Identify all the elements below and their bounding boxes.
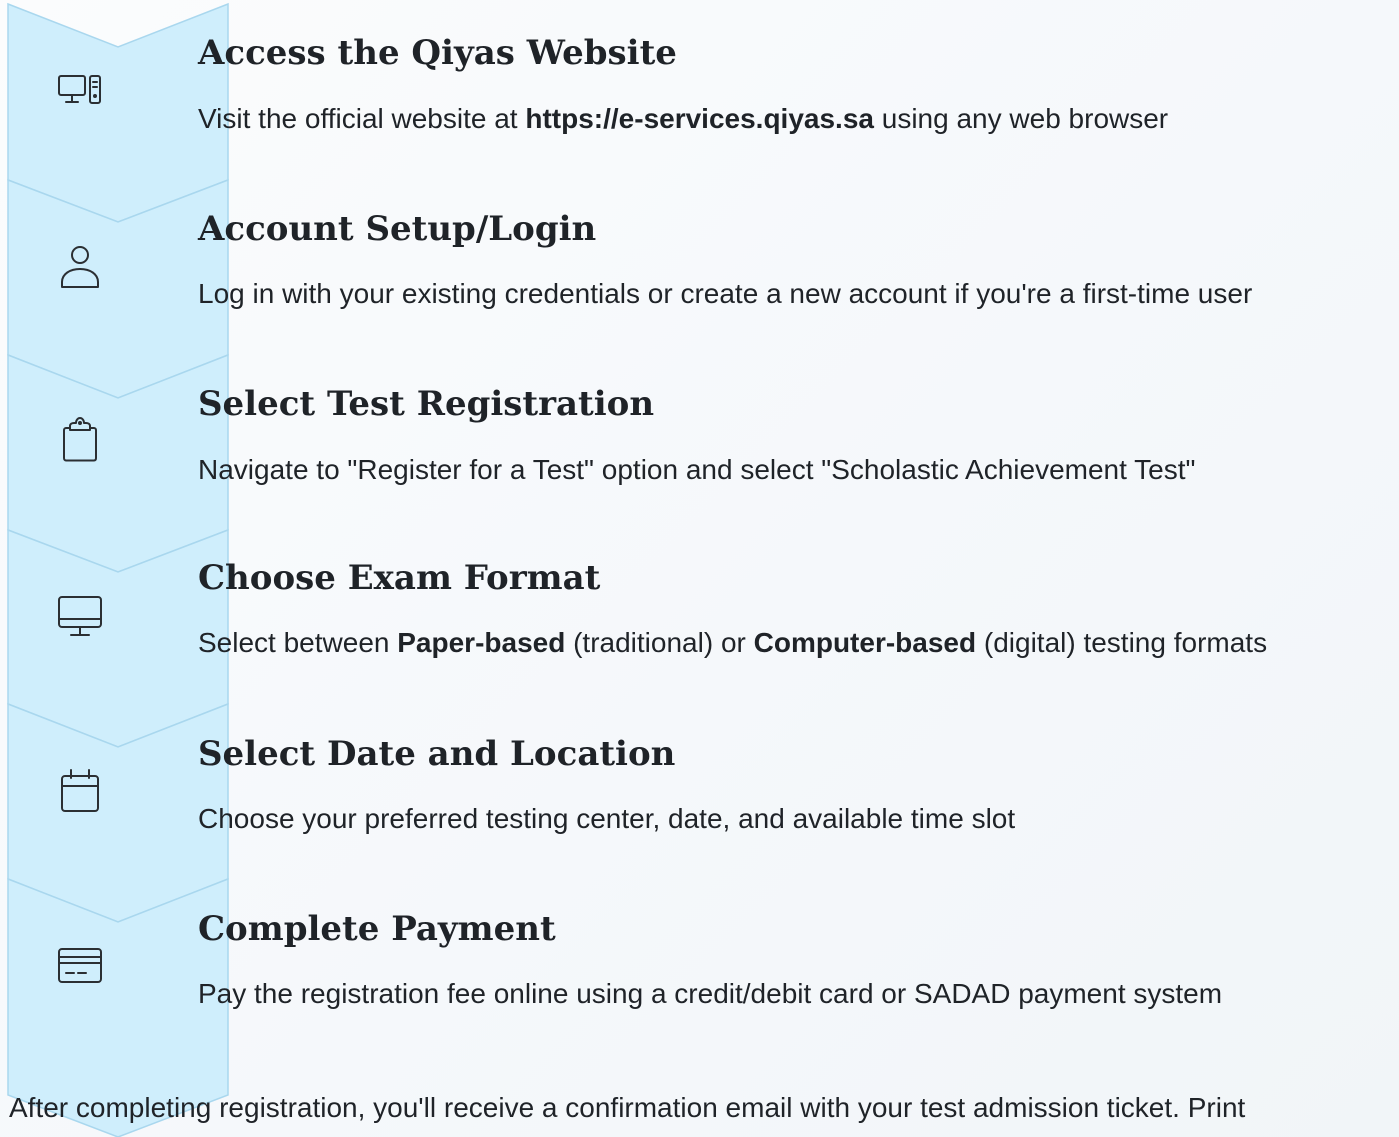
step-description: Log in with your existing credentials or… bbox=[198, 278, 1253, 309]
step-title: Select Test Registration bbox=[198, 384, 655, 424]
step-description: Visit the official website at https://e-… bbox=[198, 102, 1168, 136]
footer-note: After completing registration, you'll re… bbox=[9, 1092, 1246, 1123]
computer-tower-icon bbox=[56, 66, 104, 114]
format-option-paper: Paper-based bbox=[397, 627, 566, 658]
monitor-icon bbox=[56, 592, 104, 640]
step-title: Access the Qiyas Website bbox=[198, 33, 677, 73]
step-title: Complete Payment bbox=[198, 909, 556, 949]
step-title: Choose Exam Format bbox=[198, 558, 601, 598]
desc-text: Visit the official website at bbox=[198, 103, 526, 134]
step-description: Pay the registration fee online using a … bbox=[198, 978, 1223, 1009]
user-icon bbox=[56, 242, 104, 290]
step-title: Account Setup/Login bbox=[198, 209, 597, 249]
website-url: https://e-services.qiyas.sa bbox=[525, 103, 874, 134]
step-title: Select Date and Location bbox=[198, 734, 676, 774]
desc-text: using any web browser bbox=[873, 103, 1169, 134]
format-option-computer: Computer-based bbox=[753, 627, 977, 658]
desc-text: (traditional) or bbox=[565, 627, 754, 658]
chevron-step-1 bbox=[7, 2, 229, 223]
step-description: Select between Paper-based (traditional)… bbox=[198, 626, 1267, 660]
clipboard-icon bbox=[56, 416, 104, 464]
step-description: Choose your preferred testing center, da… bbox=[198, 803, 1016, 834]
credit-card-icon bbox=[56, 942, 104, 990]
desc-text: Select between bbox=[198, 627, 398, 658]
step-description: Navigate to "Register for a Test" option… bbox=[198, 454, 1196, 485]
desc-text: (digital) testing formats bbox=[976, 627, 1268, 658]
calendar-icon bbox=[56, 767, 104, 815]
